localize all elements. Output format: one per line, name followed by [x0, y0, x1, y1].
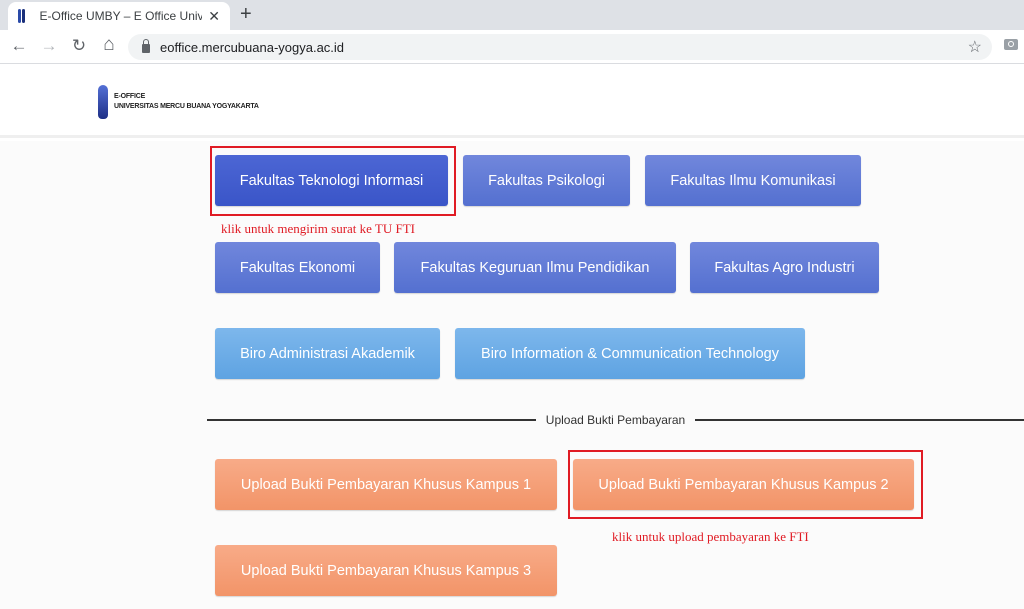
faculty-button-keguruan[interactable]: Fakultas Keguruan Ilmu Pendidikan	[394, 242, 676, 293]
logo-subtitle: UNIVERSITAS MERCU BUANA YOGYAKARTA	[114, 103, 259, 110]
biro-button-administrasi-akademik[interactable]: Biro Administrasi Akademik	[215, 328, 440, 379]
reload-icon[interactable]: ↻	[68, 36, 90, 56]
url-text[interactable]: eoffice.mercubuana-yogya.ac.id	[160, 40, 344, 55]
logo-title: E-OFFICE	[114, 93, 146, 100]
faculty-button-teknologi-informasi[interactable]: Fakultas Teknologi Informasi	[215, 155, 448, 206]
camera-icon[interactable]	[1004, 39, 1018, 50]
faculty-button-ekonomi[interactable]: Fakultas Ekonomi	[215, 242, 380, 293]
browser-toolbar: ← → ↻ ⌂ eoffice.mercubuana-yogya.ac.id ☆	[0, 30, 1024, 64]
divider-line-right	[695, 419, 1024, 421]
browser-tab[interactable]: E-Office UMBY – E Office Universitas Mer…	[8, 2, 230, 30]
bookmark-star-icon[interactable]: ☆	[968, 37, 982, 57]
annotation-payment: klik untuk upload pembayaran ke FTI	[612, 529, 809, 544]
page-header: E-OFFICE UNIVERSITAS MERCU BUANA YOGYAKA…	[0, 65, 1024, 138]
browser-tab-bar: E-Office UMBY – E Office Universitas Mer…	[0, 0, 1024, 30]
upload-payment-kampus-1-button[interactable]: Upload Bukti Pembayaran Khusus Kampus 1	[215, 459, 557, 510]
site-favicon-icon	[18, 9, 29, 23]
divider-label: Upload Bukti Pembayaran	[545, 413, 686, 427]
forward-arrow-icon[interactable]: →	[38, 36, 60, 56]
upload-payment-kampus-2-button[interactable]: Upload Bukti Pembayaran Khusus Kampus 2	[573, 459, 914, 510]
main-content: Fakultas Teknologi Informasi Fakultas Ps…	[0, 141, 1024, 609]
close-tab-icon[interactable]: ✕	[208, 8, 220, 25]
lock-icon	[142, 38, 150, 53]
logo-mark-icon	[98, 85, 108, 119]
faculty-button-agro-industri[interactable]: Fakultas Agro Industri	[690, 242, 879, 293]
new-tab-button[interactable]: +	[240, 3, 252, 26]
site-logo[interactable]: E-OFFICE UNIVERSITAS MERCU BUANA YOGYAKA…	[98, 85, 259, 119]
home-icon[interactable]: ⌂	[98, 34, 120, 56]
annotation-fti: klik untuk mengirim surat ke TU FTI	[221, 221, 416, 236]
back-arrow-icon[interactable]: ←	[8, 36, 30, 56]
biro-button-ict[interactable]: Biro Information & Communication Technol…	[455, 328, 805, 379]
tab-title: E-Office UMBY – E Office Universitas Mer…	[39, 9, 203, 23]
faculty-button-psikologi[interactable]: Fakultas Psikologi	[463, 155, 630, 206]
address-bar[interactable]: eoffice.mercubuana-yogya.ac.id ☆	[128, 34, 992, 60]
faculty-button-ilmu-komunikasi[interactable]: Fakultas Ilmu Komunikasi	[645, 155, 861, 206]
divider-line-left	[207, 419, 536, 421]
upload-payment-kampus-3-button[interactable]: Upload Bukti Pembayaran Khusus Kampus 3	[215, 545, 557, 596]
section-divider: Upload Bukti Pembayaran	[207, 412, 1024, 428]
